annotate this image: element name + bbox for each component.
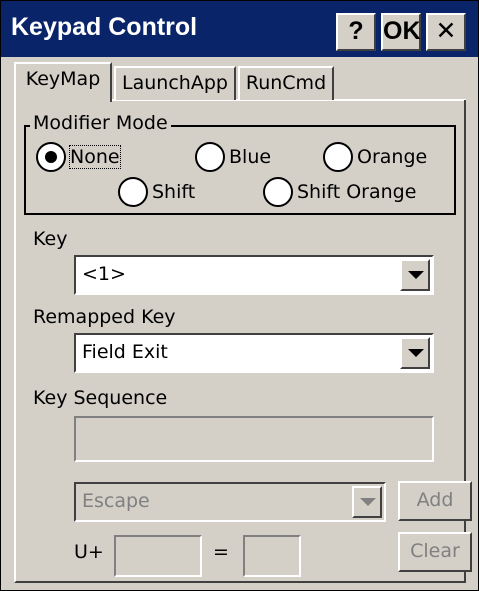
radio-shift-orange[interactable]: Shift Orange — [263, 177, 416, 207]
ok-button[interactable]: OK — [381, 13, 421, 51]
close-icon: ✕ — [435, 17, 457, 45]
tab-launchapp[interactable]: LaunchApp — [114, 66, 236, 100]
radio-blue-button[interactable] — [195, 142, 225, 172]
radio-orange[interactable]: Orange — [323, 142, 427, 172]
radio-none-button[interactable] — [36, 142, 66, 172]
help-button[interactable]: ? — [336, 13, 376, 51]
radio-shift-orange-label: Shift Orange — [297, 181, 417, 203]
tab-launchapp-label: LaunchApp — [122, 72, 228, 94]
character-output[interactable] — [243, 535, 301, 577]
equals-label: = — [213, 541, 229, 563]
key-dropdown-arrow-icon[interactable] — [400, 259, 430, 291]
key-sequence-label: Key Sequence — [33, 387, 168, 409]
remapped-key-label: Remapped Key — [33, 306, 176, 328]
tab-runcmd-label: RunCmd — [245, 72, 327, 94]
key-select[interactable]: <1> — [74, 255, 434, 295]
unicode-input[interactable] — [114, 535, 202, 577]
modifier-mode-legend: Modifier Mode — [30, 112, 171, 134]
radio-shift[interactable]: Shift — [118, 177, 195, 207]
remapped-key-dropdown-arrow-icon[interactable] — [400, 337, 430, 369]
remapped-key-select[interactable]: Field Exit — [74, 333, 434, 373]
unicode-prefix-label: U+ — [74, 541, 104, 563]
key-label: Key — [33, 228, 68, 250]
tab-runcmd[interactable]: RunCmd — [238, 66, 334, 100]
add-button[interactable]: Add — [398, 481, 472, 521]
radio-shift-orange-button[interactable] — [263, 177, 293, 207]
key-select-value: <1> — [82, 263, 126, 285]
radio-orange-button[interactable] — [323, 142, 353, 172]
key-sequence-select[interactable]: Escape — [74, 482, 386, 522]
clear-button[interactable]: Clear — [398, 532, 472, 572]
tab-keymap-label: KeyMap — [25, 68, 101, 90]
radio-orange-label: Orange — [357, 146, 428, 168]
key-sequence-dropdown-arrow-icon[interactable] — [352, 486, 382, 518]
radio-none[interactable]: None — [36, 142, 121, 172]
key-sequence-field[interactable] — [74, 416, 434, 462]
radio-shift-label: Shift — [152, 181, 196, 203]
radio-blue[interactable]: Blue — [195, 142, 271, 172]
remapped-key-select-value: Field Exit — [82, 341, 168, 363]
radio-blue-label: Blue — [229, 146, 272, 168]
radio-none-label: None — [69, 145, 121, 169]
close-button[interactable]: ✕ — [426, 13, 466, 51]
radio-shift-button[interactable] — [118, 177, 148, 207]
tab-keymap[interactable]: KeyMap — [14, 62, 112, 102]
window-title: Keypad Control — [11, 13, 198, 41]
key-sequence-select-value: Escape — [82, 490, 150, 512]
title-bar: Keypad Control ? OK ✕ — [1, 1, 478, 57]
